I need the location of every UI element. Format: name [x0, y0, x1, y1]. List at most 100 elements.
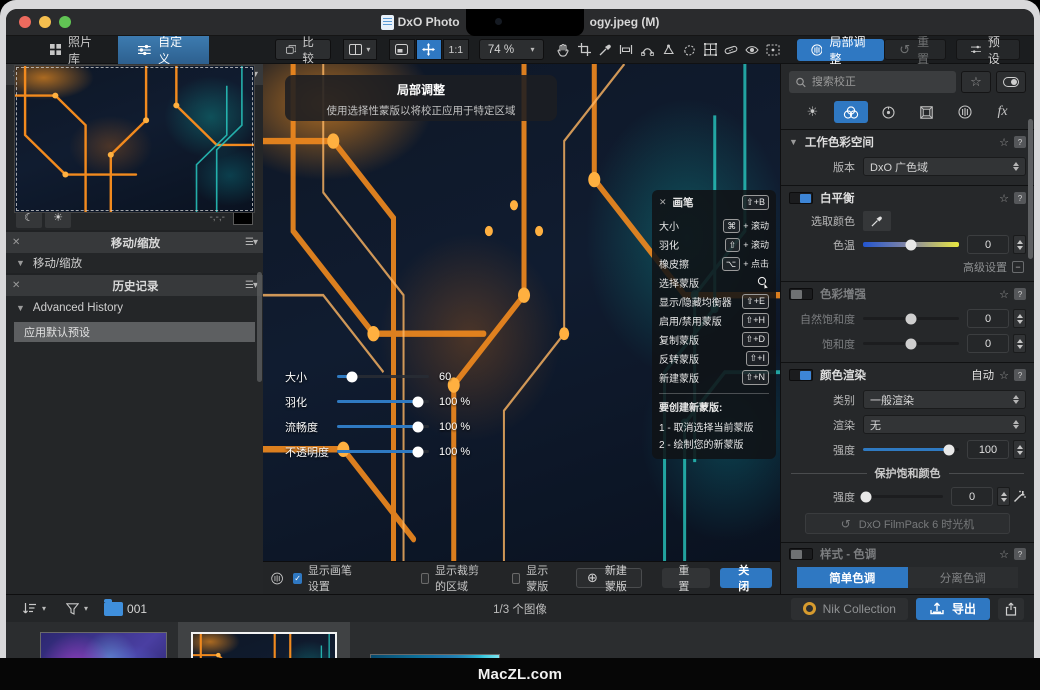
close-local-adjust-button[interactable]: 关闭 — [720, 568, 772, 588]
stepper-control[interactable] — [1013, 309, 1026, 328]
search-corrections-box[interactable] — [789, 71, 956, 93]
help-icon[interactable]: ? — [1014, 369, 1026, 381]
minimize-window-button[interactable] — [39, 16, 51, 28]
tab-light[interactable]: ☀ — [796, 101, 830, 123]
close-window-button[interactable] — [19, 16, 31, 28]
menu-item-feather[interactable]: 羽化 ⇧+ 滚动 — [659, 235, 769, 254]
menu-item-invert-mask[interactable]: 反转蒙版 ⇧+I — [659, 349, 769, 368]
advanced-settings-toggle[interactable]: 高级设置 − — [781, 257, 1034, 275]
intensity-slider[interactable] — [863, 448, 959, 451]
left-scrollbar-thumb[interactable] — [257, 272, 262, 382]
palette-menu-icon[interactable]: ☰▾ — [245, 280, 257, 291]
auto-mask-tool-button[interactable] — [680, 40, 699, 60]
stepper-control[interactable] — [1013, 334, 1026, 353]
control-point-tool-button[interactable] — [638, 40, 657, 60]
close-icon[interactable]: ✕ — [12, 237, 26, 248]
zoom-level-select[interactable]: 74 % ▾ — [479, 39, 544, 60]
chevron-down-icon[interactable]: ▼ — [16, 303, 25, 313]
protect-intensity-value[interactable]: 0 — [951, 487, 993, 506]
thumbnail-image-1jpeg[interactable] — [40, 632, 167, 658]
stepper-control[interactable] — [997, 487, 1010, 506]
brush-feather-slider[interactable]: 羽化 100 % — [285, 389, 480, 414]
local-adjust-tool-button[interactable] — [764, 40, 783, 60]
tab-photolibrary[interactable]: 照片库 — [30, 36, 118, 64]
star-icon[interactable]: ☆ — [999, 136, 1009, 149]
saturation-slider[interactable] — [863, 342, 959, 345]
crop-tool-button[interactable] — [575, 40, 594, 60]
thumbnail-image-technology[interactable] — [191, 632, 337, 658]
repair-tool-button[interactable] — [722, 40, 741, 60]
menu-item-toggle-mask[interactable]: 启用/禁用蒙版 ⇧+H — [659, 311, 769, 330]
simple-toning-tab[interactable]: 简单色调 — [797, 567, 908, 588]
vibrancy-slider[interactable] — [863, 317, 959, 320]
help-icon[interactable]: ? — [1014, 548, 1026, 560]
hand-tool-button[interactable] — [554, 40, 573, 60]
navigator-region[interactable] — [16, 67, 253, 211]
whitebalance-eyedropper-button[interactable] — [596, 40, 615, 60]
brush-opacity-slider[interactable]: 不透明度 100 % — [285, 439, 480, 464]
chevron-down-icon[interactable]: ▼ — [16, 258, 25, 268]
menu-item-eraser[interactable]: 橡皮擦 ⌥+ 点击 — [659, 254, 769, 273]
white-balance-toggle[interactable] — [789, 192, 813, 204]
color-rendering-toggle[interactable] — [789, 369, 813, 381]
menu-item-size[interactable]: 大小 ⌘+ 滚动 — [659, 216, 769, 235]
temperature-slider[interactable] — [863, 242, 959, 247]
tab-geometry[interactable] — [910, 101, 944, 123]
nik-collection-button[interactable]: Nik Collection — [791, 598, 908, 620]
pick-color-eyedropper-button[interactable] — [863, 211, 891, 231]
filmpack-timemachine-button[interactable]: ↺ DxO FilmPack 6 时光机 — [805, 513, 1010, 534]
photo-canvas[interactable]: 局部调整 使用选择性蒙版以将校正应用于特定区域 ✕ 画笔 ⇧+B 大小 ⌘+ 滚… — [263, 64, 780, 561]
compare-button[interactable]: 比较 — [275, 39, 331, 60]
one-to-one-button[interactable]: 1:1 — [443, 39, 469, 60]
perspective-grid-tool-button[interactable] — [701, 40, 720, 60]
fit-screen-button[interactable] — [389, 39, 415, 60]
red-eye-tool-button[interactable] — [743, 40, 762, 60]
menu-item-toggle-equalizer[interactable]: 显示/隐藏均衡器 ⇧+E — [659, 292, 769, 311]
style-toning-toggle[interactable] — [789, 548, 813, 560]
magic-wand-icon[interactable] — [1013, 490, 1026, 503]
chevron-down-icon[interactable]: ▼ — [789, 137, 798, 147]
new-mask-button[interactable]: ⊕ 新建蒙版 — [576, 568, 642, 588]
tab-color[interactable] — [834, 101, 868, 123]
share-button[interactable] — [998, 598, 1024, 620]
local-adjustments-button[interactable]: 局部调整 — [797, 39, 885, 61]
menu-item-new-mask[interactable]: 新建蒙版 ⇧+N — [659, 368, 769, 387]
tab-detail[interactable] — [872, 101, 906, 123]
help-icon[interactable]: ? — [1014, 136, 1026, 148]
saturation-value[interactable]: 0 — [967, 334, 1009, 353]
menu-item-copy-mask[interactable]: 复制蒙版 ⇧+D — [659, 330, 769, 349]
star-icon[interactable]: ☆ — [999, 548, 1009, 561]
split-toning-tab[interactable]: 分离色调 — [908, 567, 1019, 588]
brush-flow-slider[interactable]: 流畅度 100 % — [285, 414, 480, 439]
stepper-control[interactable] — [1013, 235, 1026, 254]
favorites-filter-button[interactable]: ☆ — [961, 71, 991, 93]
reset-masks-button[interactable]: 重置 — [662, 568, 710, 588]
presets-button[interactable]: 预设 — [956, 39, 1020, 60]
protect-intensity-slider[interactable] — [863, 495, 943, 498]
menu-item-select-mask[interactable]: 选择蒙版 — [659, 273, 769, 292]
show-brush-settings-checkbox[interactable]: ✓ 显示画笔设置 — [293, 562, 353, 594]
zoom-window-button[interactable] — [59, 16, 71, 28]
color-enhancement-toggle[interactable] — [789, 288, 813, 300]
colorspace-select[interactable]: DxO 广色域 — [863, 157, 1026, 176]
tab-customize[interactable]: 自定义 — [118, 36, 208, 64]
active-corrections-toggle-button[interactable] — [996, 71, 1026, 93]
star-icon[interactable]: ☆ — [999, 288, 1009, 301]
vibrancy-value[interactable]: 0 — [967, 309, 1009, 328]
stepper-control[interactable] — [1013, 440, 1026, 459]
brush-size-slider[interactable]: 大小 60 — [285, 364, 480, 389]
reset-button[interactable]: ↺ 重置 — [884, 39, 946, 60]
category-select[interactable]: 一般渲染 — [863, 390, 1026, 409]
navigator-preview[interactable] — [14, 65, 255, 213]
rendering-select[interactable]: 无 — [863, 415, 1026, 434]
help-icon[interactable]: ? — [1014, 288, 1026, 300]
history-item[interactable]: 应用默认预设 — [14, 322, 255, 342]
temperature-value[interactable]: 0 — [967, 235, 1009, 254]
search-input[interactable] — [812, 76, 949, 88]
close-icon[interactable]: ✕ — [12, 280, 26, 291]
thumbnail-cell-2-selected[interactable]: ★★★★★ Technology.jpeg — [178, 622, 350, 658]
close-icon[interactable]: ✕ — [659, 197, 667, 208]
control-line-tool-button[interactable] — [659, 40, 678, 60]
palette-menu-icon[interactable]: ☰▾ — [245, 237, 257, 248]
export-button[interactable]: 导出 — [916, 598, 990, 620]
